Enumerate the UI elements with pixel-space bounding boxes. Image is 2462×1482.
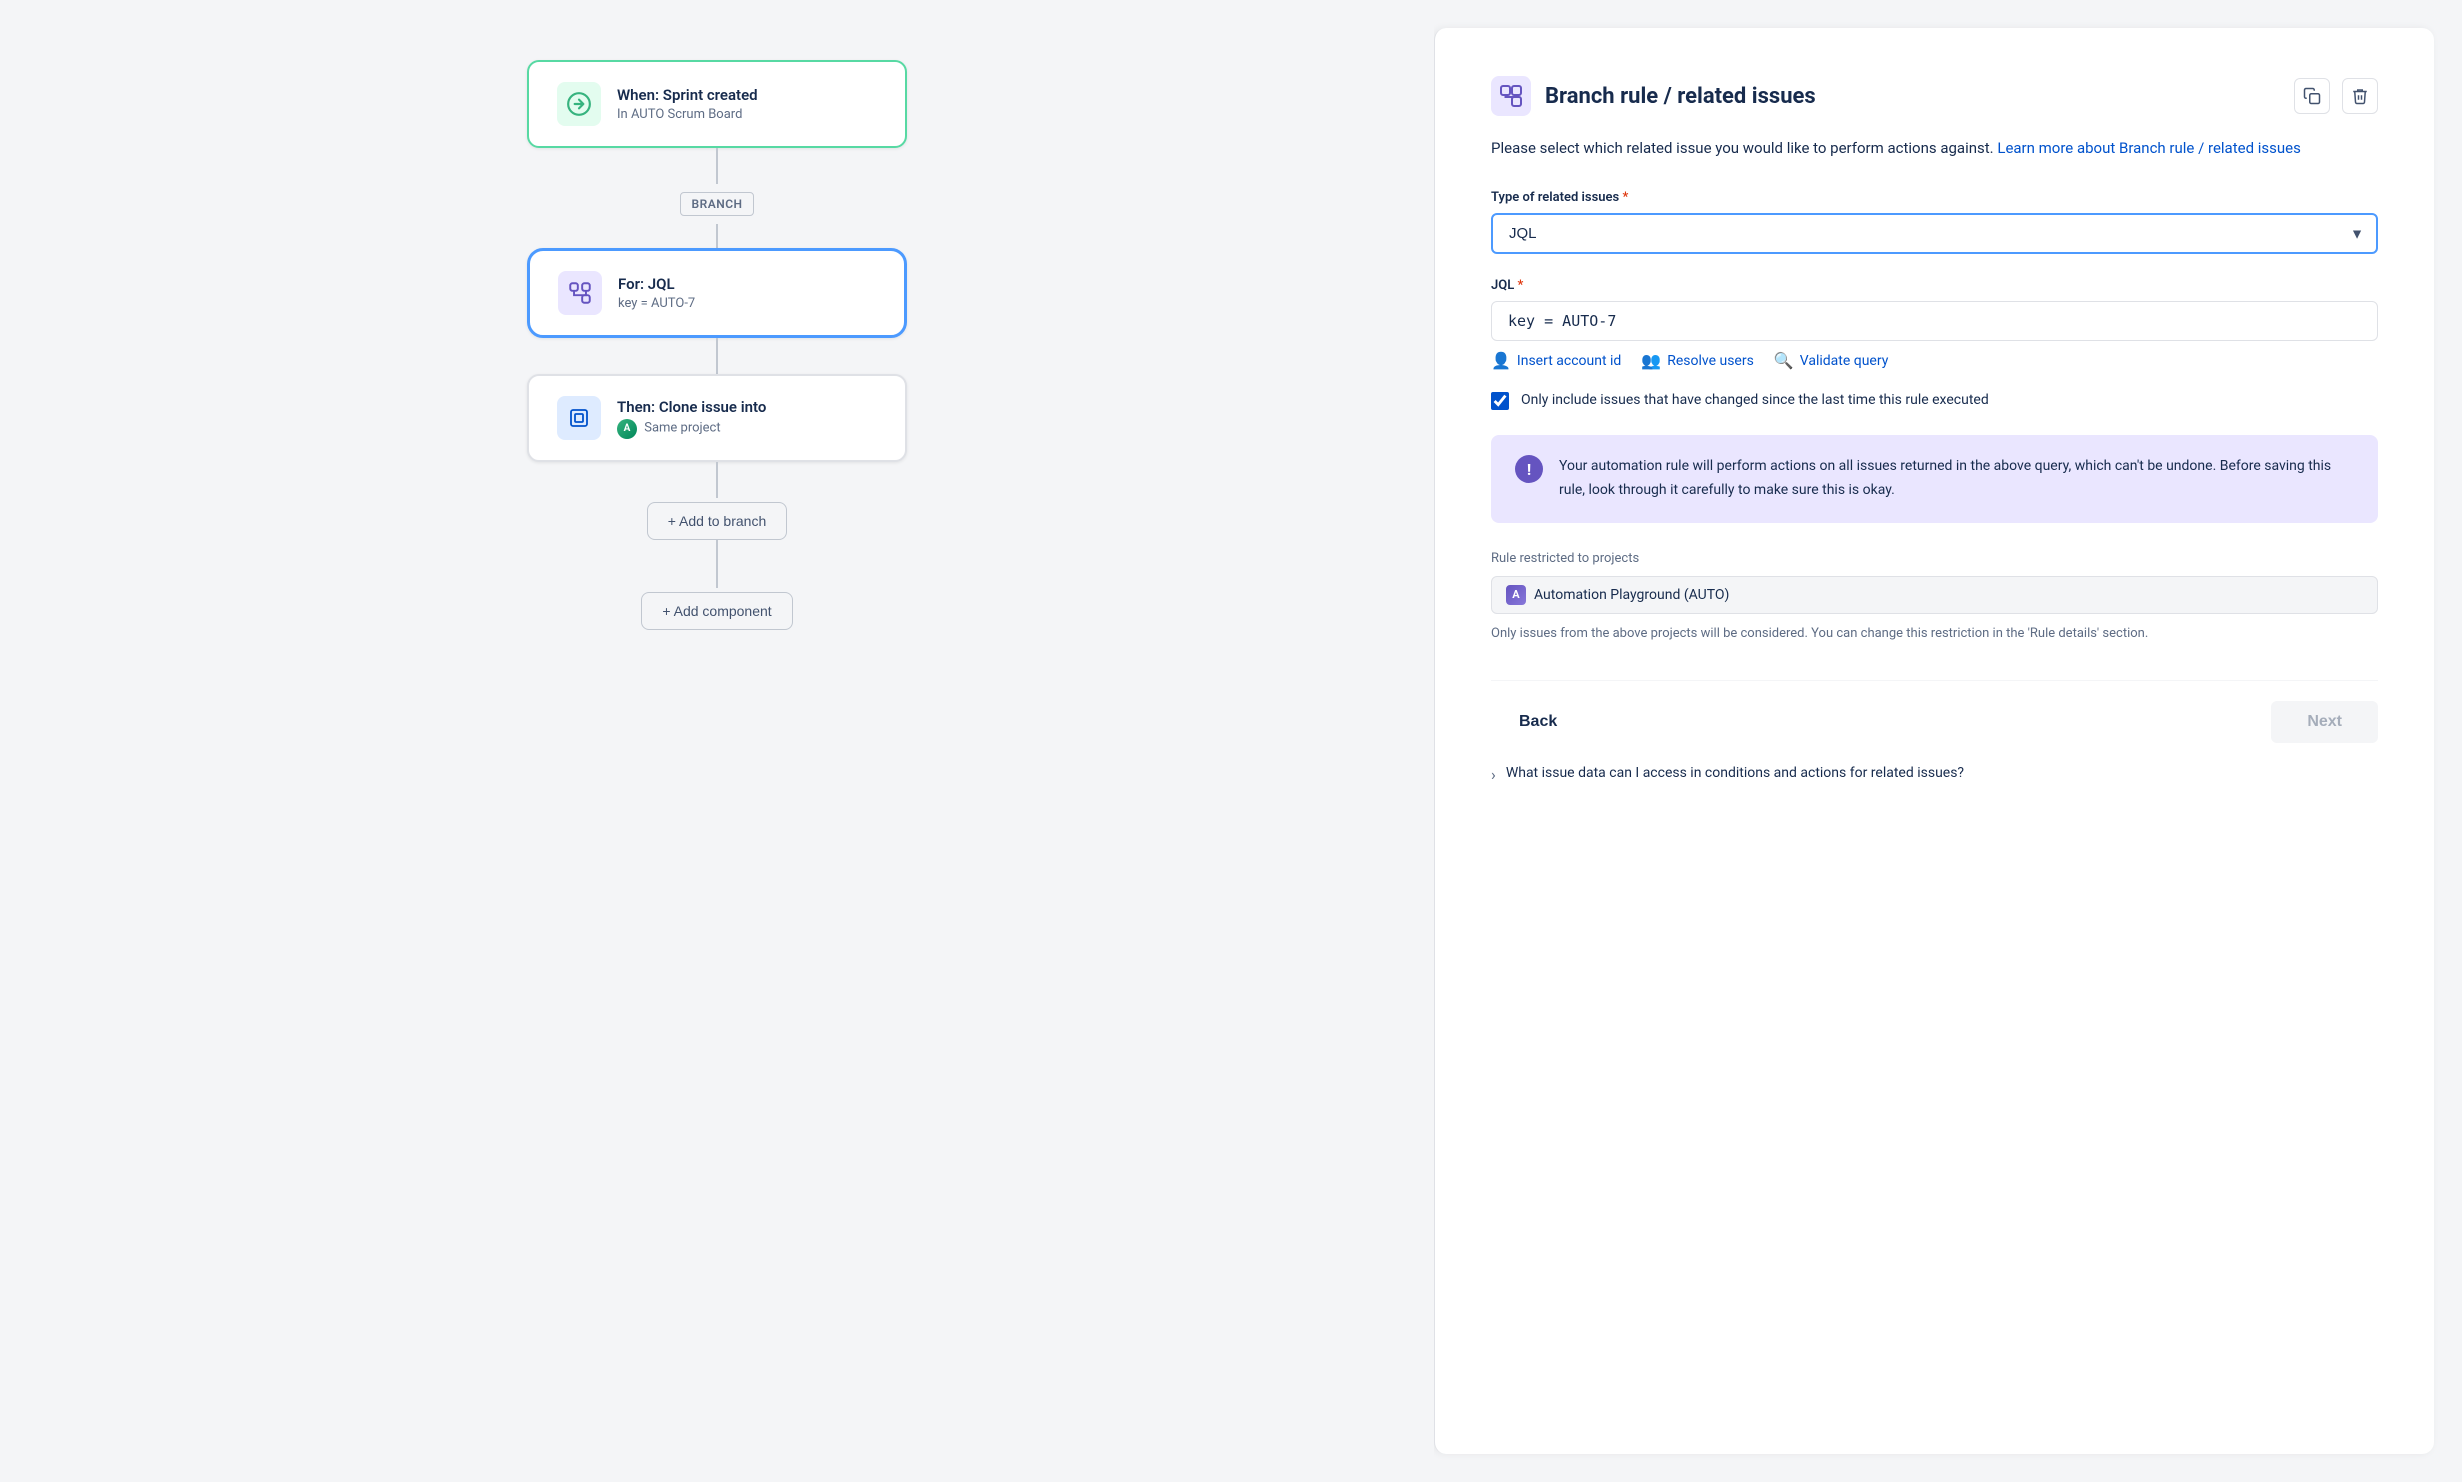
delete-button[interactable] [2342, 78, 2378, 114]
flow-container: When: Sprint created In AUTO Scrum Board… [527, 60, 907, 630]
jql-label: JQL * [1491, 278, 2378, 293]
panel-description: Please select which related issue you wo… [1491, 136, 2378, 160]
type-select-wrapper: JQL Epic issues Sub-tasks Linked issues … [1491, 213, 2378, 254]
jql-input[interactable] [1491, 301, 2378, 341]
jql-required-star: * [1517, 278, 1523, 293]
connector-2 [716, 224, 718, 248]
branch-icon [558, 271, 602, 315]
add-component-button[interactable]: + Add component [641, 592, 792, 630]
search-icon: 🔍 [1774, 351, 1794, 370]
insert-account-id-link[interactable]: 👤 Insert account id [1491, 351, 1621, 370]
next-button[interactable]: Next [2271, 701, 2378, 743]
connector-3 [716, 338, 718, 374]
checkbox-row: Only include issues that have changed si… [1491, 390, 2378, 411]
panel-learn-more-link[interactable]: Learn more about Branch rule / related i… [1997, 139, 2300, 157]
copy-button[interactable] [2294, 78, 2330, 114]
faq-row[interactable]: › What issue data can I access in condit… [1491, 763, 2378, 784]
panel-header-actions [2294, 78, 2378, 114]
restricted-label: Rule restricted to projects [1491, 551, 2378, 566]
panel-title: Branch rule / related issues [1545, 84, 1816, 109]
action-subtitle: A Same project [617, 419, 766, 439]
faq-chevron-icon: › [1491, 765, 1496, 784]
validate-query-link[interactable]: 🔍 Validate query [1774, 351, 1889, 370]
action-node[interactable]: Then: Clone issue into A Same project [527, 374, 907, 462]
panel-footer: Back Next [1491, 680, 2378, 743]
action-icon [557, 396, 601, 440]
trigger-title: When: Sprint created [617, 86, 758, 104]
trigger-text: When: Sprint created In AUTO Scrum Board [617, 86, 758, 122]
warning-icon: ! [1515, 455, 1543, 483]
checkbox-label[interactable]: Only include issues that have changed si… [1521, 390, 1989, 411]
right-panel: Branch rule / related issues Please sele… [1434, 28, 2434, 1454]
canvas-area: When: Sprint created In AUTO Scrum Board… [0, 0, 1434, 1482]
project-badge: A Automation Playground (AUTO) [1491, 576, 2378, 614]
warning-text: Your automation rule will perform action… [1559, 455, 2354, 503]
action-title: Then: Clone issue into [617, 398, 766, 416]
add-to-branch-button[interactable]: + Add to branch [647, 502, 787, 540]
connector-5 [716, 540, 718, 588]
warning-box: ! Your automation rule will perform acti… [1491, 435, 2378, 523]
back-button[interactable]: Back [1491, 701, 1585, 743]
branch-text: For: JQL key = AUTO-7 [618, 275, 695, 311]
same-project-avatar: A [617, 419, 637, 439]
branch-title: For: JQL [618, 275, 695, 293]
include-changed-checkbox[interactable] [1491, 392, 1509, 410]
action-links: 👤 Insert account id 👥 Resolve users 🔍 Va… [1491, 351, 2378, 370]
trigger-subtitle: In AUTO Scrum Board [617, 107, 758, 122]
panel-title-icon [1491, 76, 1531, 116]
connector-4 [716, 462, 718, 498]
trigger-icon [557, 82, 601, 126]
branch-subtitle: key = AUTO-7 [618, 296, 695, 311]
panel-title-group: Branch rule / related issues [1491, 76, 1816, 116]
type-select[interactable]: JQL Epic issues Sub-tasks Linked issues [1491, 213, 2378, 254]
faq-text: What issue data can I access in conditio… [1506, 763, 1964, 784]
action-text: Then: Clone issue into A Same project [617, 398, 766, 439]
type-required-star: * [1622, 190, 1628, 205]
branch-node[interactable]: For: JQL key = AUTO-7 [527, 248, 907, 338]
trigger-node[interactable]: When: Sprint created In AUTO Scrum Board [527, 60, 907, 148]
people-icon: 👥 [1641, 351, 1661, 370]
panel-header: Branch rule / related issues [1491, 76, 2378, 116]
branch-label: BRANCH [680, 192, 753, 216]
resolve-users-link[interactable]: 👥 Resolve users [1641, 351, 1754, 370]
person-icon: 👤 [1491, 351, 1511, 370]
restriction-note: Only issues from the above projects will… [1491, 624, 2378, 645]
project-icon: A [1506, 585, 1526, 605]
connector-1 [716, 148, 718, 184]
type-label: Type of related issues * [1491, 190, 2378, 205]
